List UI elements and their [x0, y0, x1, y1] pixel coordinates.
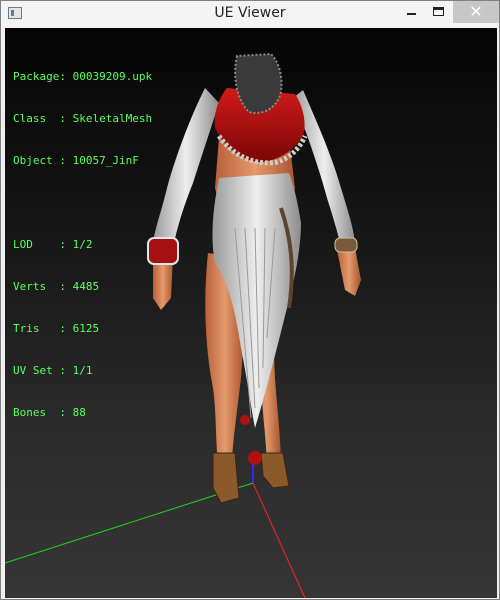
minimize-button[interactable]	[398, 1, 424, 23]
info-class: Class : SkeletalMesh	[13, 112, 153, 125]
left-bracelet	[147, 237, 179, 265]
left-arm	[153, 88, 219, 248]
axis-y-line	[5, 482, 254, 564]
left-anklet	[240, 415, 250, 425]
right-sandal	[260, 452, 290, 489]
right-anklet	[248, 451, 262, 465]
info-tris: Tris : 6125	[13, 322, 100, 335]
maximize-icon	[433, 7, 444, 16]
left-sandal	[212, 452, 240, 504]
mesh-info-overlay: Package: 00039209.upk Class : SkeletalMe…	[13, 42, 152, 448]
info-bones: Bones : 88	[13, 406, 86, 419]
maximize-button[interactable]	[425, 1, 451, 23]
info-object: Object : 10057_JinF	[13, 154, 139, 167]
close-button[interactable]: ✕	[453, 1, 499, 23]
right-bracelet	[334, 237, 358, 253]
info-verts: Verts : 4485	[13, 280, 100, 293]
title-bar[interactable]: UE Viewer ✕	[1, 1, 499, 27]
info-lod: LOD : 1/2	[13, 238, 93, 251]
close-icon: ✕	[469, 2, 483, 21]
axis-x-line	[252, 482, 306, 598]
info-package: Package: 00039209.upk	[13, 70, 153, 83]
character-model	[147, 52, 361, 504]
chain-necklace	[234, 52, 283, 114]
info-uvset: UV Set : 1/1	[13, 364, 93, 377]
minimize-icon	[407, 13, 416, 15]
3d-viewport[interactable]: Package: 00039209.upk Class : SkeletalMe…	[5, 28, 497, 598]
right-hand	[337, 248, 361, 296]
app-window: UE Viewer ✕ Package: 00039209.upk Class …	[0, 0, 500, 600]
